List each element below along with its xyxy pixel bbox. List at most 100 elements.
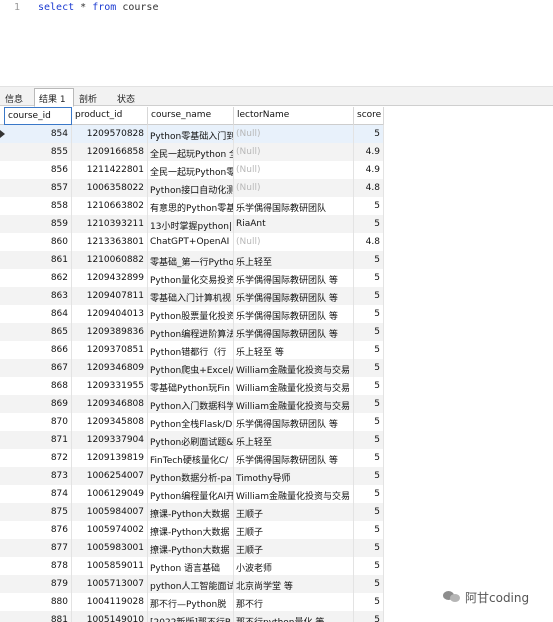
table-row[interactable]: 872 1209139819 FinTech硬核量化C/乐学偶得国际教研团队 等5 <box>0 449 384 467</box>
cell-score[interactable]: 5 <box>354 269 384 287</box>
cell-product-id[interactable]: 1006358022 <box>72 179 148 197</box>
cell-course-name[interactable]: [2022新版]那不行B <box>148 611 234 622</box>
cell-product-id[interactable]: 1005984007 <box>72 503 148 521</box>
cell-product-id[interactable]: 1209570828 <box>72 125 148 143</box>
cell-product-id[interactable]: 1209346809 <box>72 359 148 377</box>
tab-profile[interactable]: 剖析 <box>74 88 112 106</box>
table-row[interactable]: 879 1005713007 python人工智能面试 北京尚学堂 等5 <box>0 575 384 593</box>
cell-course-name[interactable]: 全民一起玩Python零 <box>148 161 234 179</box>
cell-score[interactable]: 5 <box>354 341 384 359</box>
cell-course-name[interactable]: 撩课-Python大数据 <box>148 503 234 521</box>
table-row[interactable]: 870 1209345808 Python全栈Flask/D 乐学偶得国际教研团队 等… <box>0 413 384 431</box>
cell-course-name[interactable]: Python 语言基础 <box>148 557 234 575</box>
cell-score[interactable]: 5 <box>354 305 384 323</box>
cell-product-id[interactable]: 1006129049 <box>72 485 148 503</box>
cell-product-id[interactable]: 1210393211 <box>72 215 148 233</box>
sql-query[interactable]: select * from course <box>38 2 158 13</box>
cell-course-id[interactable]: 867 <box>4 359 72 377</box>
cell-course-id[interactable]: 871 <box>4 431 72 449</box>
cell-product-id[interactable]: 1209331955 <box>72 377 148 395</box>
cell-score[interactable]: 5 <box>354 125 384 143</box>
cell-course-id[interactable]: 860 <box>4 233 72 251</box>
cell-score[interactable]: 5 <box>354 521 384 539</box>
cell-product-id[interactable]: 1209346808 <box>72 395 148 413</box>
cell-score[interactable]: 4.9 <box>354 161 384 179</box>
tab-status[interactable]: 状态 <box>112 88 148 106</box>
tab-result-1[interactable]: 结果 1 <box>34 88 74 107</box>
cell-course-name[interactable]: Python全栈Flask/D <box>148 413 234 431</box>
column-header-course-id[interactable]: course_id <box>4 107 72 125</box>
cell-score[interactable]: 5 <box>354 287 384 305</box>
cell-course-name[interactable]: Python错都行（行 <box>148 341 234 359</box>
cell-lector-name[interactable]: William金融量化投资与交易 <box>234 377 354 395</box>
cell-score[interactable]: 5 <box>354 467 384 485</box>
table-row[interactable]: 864 1209404013 Python股票量化投资 乐学偶得国际教研团队 等5 <box>0 305 384 323</box>
cell-score[interactable]: 5 <box>354 215 384 233</box>
cell-course-id[interactable]: 855 <box>4 143 72 161</box>
table-row[interactable]: 880 1004119028 那不行—Python脱 那不行 5 <box>0 593 384 611</box>
cell-product-id[interactable]: 1209139819 <box>72 449 148 467</box>
cell-course-name[interactable]: Python编程进阶算法 <box>148 323 234 341</box>
table-row[interactable]: 859 1210393211 13小时掌握python| RiaAnt 5 <box>0 215 384 233</box>
cell-product-id[interactable]: 1213363801 <box>72 233 148 251</box>
cell-score[interactable]: 5 <box>354 575 384 593</box>
cell-course-name[interactable]: Python接口自动化测 <box>148 179 234 197</box>
column-header-course-name[interactable]: course_name <box>148 107 234 125</box>
cell-score[interactable]: 5 <box>354 395 384 413</box>
cell-score[interactable]: 5 <box>354 323 384 341</box>
cell-lector-name[interactable]: William金融量化投资与交易 <box>234 485 354 503</box>
cell-score[interactable]: 5 <box>354 359 384 377</box>
cell-lector-name[interactable]: RiaAnt <box>234 215 354 233</box>
cell-lector-name[interactable]: 乐学偶得国际教研团队 等 <box>234 413 354 431</box>
cell-course-id[interactable]: 870 <box>4 413 72 431</box>
cell-product-id[interactable]: 1005983001 <box>72 539 148 557</box>
cell-product-id[interactable]: 1209337904 <box>72 431 148 449</box>
cell-course-id[interactable]: 881 <box>4 611 72 622</box>
cell-lector-name[interactable]: 王顺子 <box>234 503 354 521</box>
cell-course-name[interactable]: 零基础入门计算机视 <box>148 287 234 305</box>
cell-course-id[interactable]: 880 <box>4 593 72 611</box>
cell-product-id[interactable]: 1209389836 <box>72 323 148 341</box>
cell-course-id[interactable]: 868 <box>4 377 72 395</box>
cell-lector-name[interactable]: 乐学偶得国际教研团队 等 <box>234 449 354 467</box>
table-row[interactable]: 863 1209407811 零基础入门计算机视 乐学偶得国际教研团队 等5 <box>0 287 384 305</box>
cell-lector-name[interactable]: 乐学偶得国际教研团队 等 <box>234 287 354 305</box>
cell-score[interactable]: 5 <box>354 449 384 467</box>
cell-course-name[interactable]: Python编程量化AI开 <box>148 485 234 503</box>
cell-score[interactable]: 5 <box>354 413 384 431</box>
cell-course-name[interactable]: ChatGPT+OpenAI <box>148 233 234 251</box>
cell-score[interactable]: 5 <box>354 251 384 269</box>
table-row[interactable]: 862 1209432899 Python量化交易投资 乐学偶得国际教研团队 等5 <box>0 269 384 287</box>
cell-course-name[interactable]: Python数据分析-pa <box>148 467 234 485</box>
cell-product-id[interactable]: 1005859011 <box>72 557 148 575</box>
cell-course-name[interactable]: Python必刷面试题& <box>148 431 234 449</box>
cell-score[interactable]: 5 <box>354 539 384 557</box>
cell-course-id[interactable]: 858 <box>4 197 72 215</box>
cell-lector-name[interactable]: 乐上轻至 等 <box>234 341 354 359</box>
cell-course-id[interactable]: 876 <box>4 521 72 539</box>
cell-course-name[interactable]: Python入门数据科学 <box>148 395 234 413</box>
cell-course-name[interactable]: Python量化交易投资 <box>148 269 234 287</box>
cell-lector-name[interactable]: Timothy导师 <box>234 467 354 485</box>
cell-score[interactable]: 5 <box>354 611 384 622</box>
cell-product-id[interactable]: 1004119028 <box>72 593 148 611</box>
table-row[interactable]: 8811005149010[2022新版]那不行B那不行python量化 等5 <box>0 611 384 622</box>
cell-score[interactable]: 5 <box>354 503 384 521</box>
cell-product-id[interactable]: 1209432899 <box>72 269 148 287</box>
cell-lector-name[interactable]: 王顺子 <box>234 521 354 539</box>
column-header-product-id[interactable]: product_id <box>72 107 148 125</box>
cell-product-id[interactable]: 1210663802 <box>72 197 148 215</box>
cell-lector-name[interactable]: 那不行 <box>234 593 354 611</box>
cell-course-name[interactable]: Python爬虫+Excel/ <box>148 359 234 377</box>
table-row[interactable]: 867 1209346809 Python爬虫+Excel/William金融量化投… <box>0 359 384 377</box>
cell-lector-name[interactable]: 乐学偶得国际教研团队 等 <box>234 323 354 341</box>
cell-lector-name[interactable]: 乐上轻至 <box>234 251 354 269</box>
cell-course-name[interactable]: 零基础_第一行Pytho <box>148 251 234 269</box>
cell-course-name[interactable]: 零基础Python玩Fin <box>148 377 234 395</box>
cell-lector-name[interactable]: (Null) <box>234 179 354 197</box>
table-row[interactable]: 871 1209337904 Python必刷面试题& 乐上轻至 5 <box>0 431 384 449</box>
cell-course-name[interactable]: Python股票量化投资 <box>148 305 234 323</box>
cell-product-id[interactable]: 1209345808 <box>72 413 148 431</box>
cell-course-name[interactable]: 有意思的Python零基 <box>148 197 234 215</box>
cell-product-id[interactable]: 1210060882 <box>72 251 148 269</box>
